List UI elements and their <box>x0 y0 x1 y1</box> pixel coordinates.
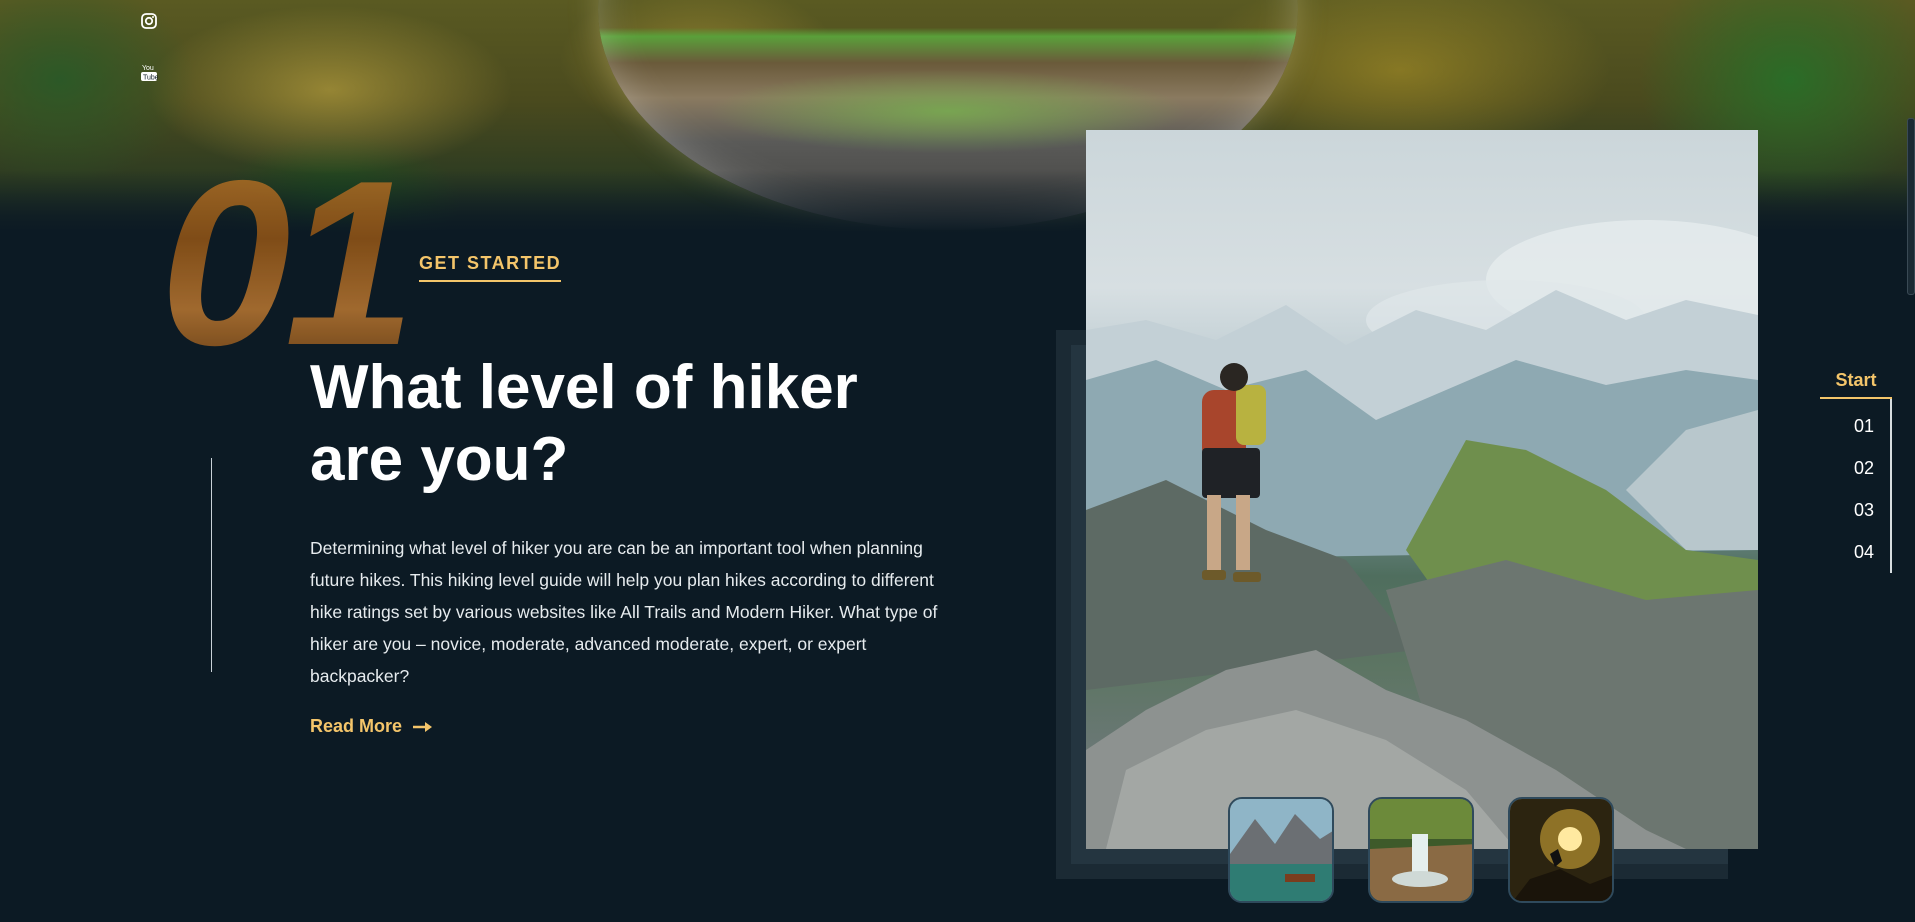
nav-item-03[interactable]: 03 <box>1820 489 1890 531</box>
arrow-right-icon <box>413 721 433 732</box>
nav-start[interactable]: Start <box>1820 370 1892 399</box>
read-more-label: Read More <box>310 716 403 736</box>
lake-mountain-thumbnail[interactable] <box>1228 797 1334 903</box>
youtube-icon[interactable]: You Tube <box>140 62 159 82</box>
section-number: 01 <box>160 131 415 394</box>
svg-text:You: You <box>142 65 154 72</box>
scrollbar-thumb[interactable] <box>1907 118 1915 295</box>
instagram-icon[interactable] <box>140 12 158 30</box>
decorative-divider <box>211 458 212 672</box>
social-links: You Tube <box>140 12 160 112</box>
nav-item-04[interactable]: 04 <box>1820 531 1890 573</box>
sunset-climber-thumbnail[interactable] <box>1508 797 1614 903</box>
page-title: What level of hiker are you? <box>310 353 858 494</box>
nav-item-01[interactable]: 01 <box>1820 405 1890 447</box>
nav-item-02[interactable]: 02 <box>1820 447 1890 489</box>
section-nav: Start 01 02 03 04 <box>1820 370 1892 573</box>
get-started-label: GET STARTED <box>419 253 562 282</box>
waterfall-thumbnail[interactable] <box>1368 797 1474 903</box>
hiker-mountain-photo <box>1086 130 1758 849</box>
section-description: Determining what level of hiker you are … <box>310 538 938 686</box>
svg-text:Tube: Tube <box>143 75 158 82</box>
read-more-link[interactable]: Read More <box>310 716 434 737</box>
